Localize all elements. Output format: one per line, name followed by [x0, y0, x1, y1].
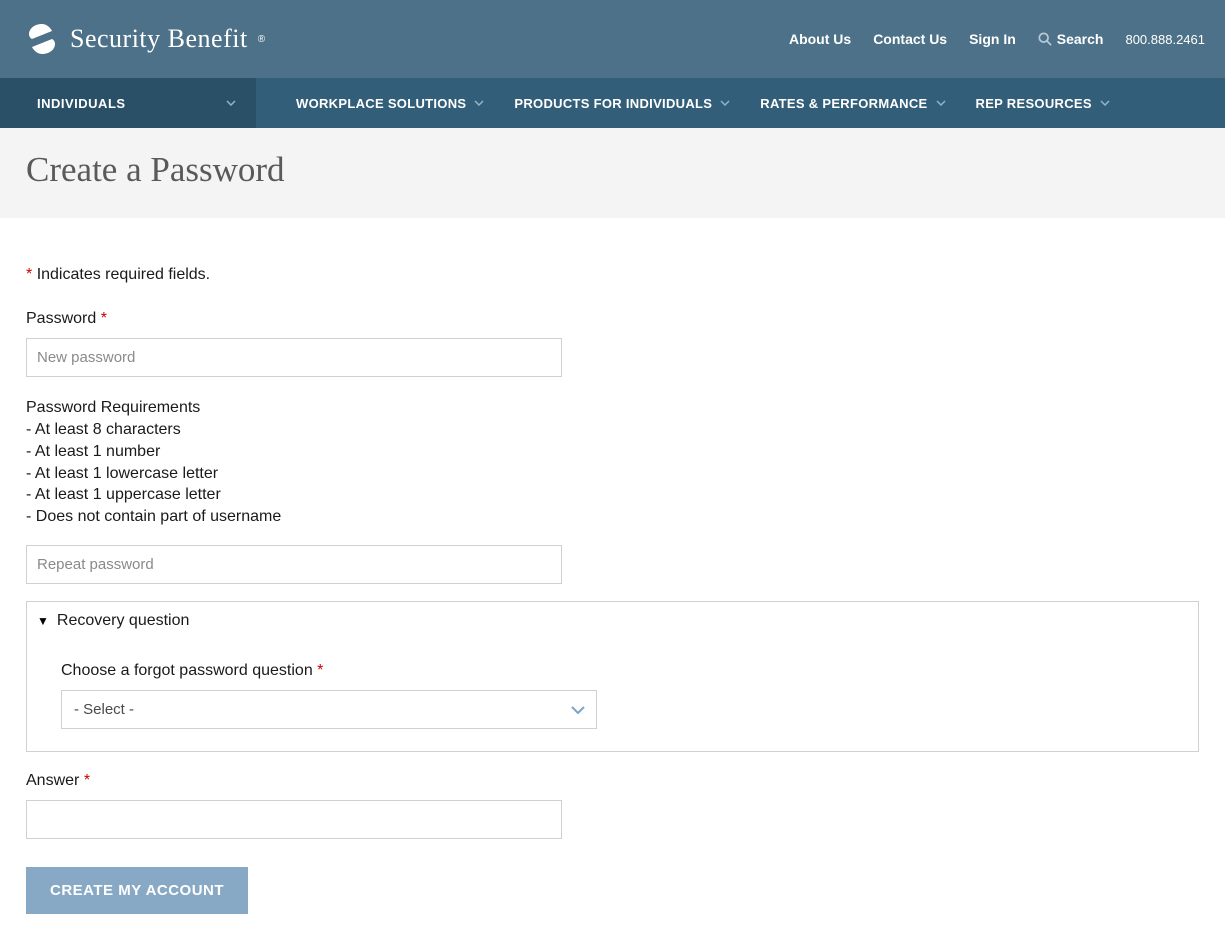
requirement-line: - At least 1 lowercase letter	[26, 463, 1199, 485]
answer-input[interactable]	[26, 800, 562, 839]
question-label-text: Choose a forgot password question	[61, 662, 313, 679]
question-label: Choose a forgot password question *	[61, 662, 1174, 680]
nav-products-individuals[interactable]: PRODUCTS FOR INDIVIDUALS	[514, 96, 730, 111]
registered-mark: ®	[258, 34, 265, 45]
nav-label: RATES & PERFORMANCE	[760, 96, 927, 111]
password-requirements: Password Requirements - At least 8 chara…	[26, 397, 1199, 527]
nav-label: WORKPLACE SOLUTIONS	[296, 96, 466, 111]
search-button[interactable]: Search	[1038, 31, 1104, 47]
about-us-link[interactable]: About Us	[789, 31, 851, 47]
recovery-question-section: ▼ Recovery question Choose a forgot pass…	[26, 601, 1199, 752]
requirement-line: - At least 1 uppercase letter	[26, 484, 1199, 506]
contact-us-link[interactable]: Contact Us	[873, 31, 947, 47]
chevron-down-icon	[226, 100, 236, 106]
nav-workplace-solutions[interactable]: WORKPLACE SOLUTIONS	[296, 96, 484, 111]
search-icon	[1038, 32, 1052, 46]
question-select[interactable]: - Select -	[61, 690, 597, 729]
header-top: Security Benefit ® About Us Contact Us S…	[0, 0, 1225, 78]
answer-label-text: Answer	[26, 772, 79, 789]
search-label: Search	[1057, 31, 1104, 47]
password-label: Password *	[26, 310, 1199, 328]
chevron-down-icon	[936, 100, 946, 106]
requirement-line: - At least 1 number	[26, 441, 1199, 463]
nav-items: WORKPLACE SOLUTIONS PRODUCTS FOR INDIVID…	[256, 78, 1110, 128]
recovery-inner: Choose a forgot password question * - Se…	[37, 662, 1174, 729]
required-note: * Indicates required fields.	[26, 266, 1199, 284]
select-value: - Select -	[74, 701, 134, 718]
brand-logo[interactable]: Security Benefit ®	[24, 21, 265, 57]
recovery-disclosure-toggle[interactable]: ▼ Recovery question	[37, 612, 1174, 630]
chevron-down-icon	[1100, 100, 1110, 106]
nav-label: REP RESOURCES	[976, 96, 1092, 111]
required-note-text: Indicates required fields.	[37, 266, 210, 283]
nav-rates-performance[interactable]: RATES & PERFORMANCE	[760, 96, 945, 111]
requirement-line: - Does not contain part of username	[26, 506, 1199, 528]
form-content: * Indicates required fields. Password * …	[0, 218, 1225, 944]
create-account-button[interactable]: CREATE MY ACCOUNT	[26, 867, 248, 914]
disclosure-triangle-icon: ▼	[37, 614, 49, 628]
brand-name: Security Benefit	[70, 24, 248, 54]
nav-label: PRODUCTS FOR INDIVIDUALS	[514, 96, 712, 111]
password-label-text: Password	[26, 310, 96, 327]
password-input[interactable]	[26, 338, 562, 377]
answer-section: Answer *	[26, 772, 1199, 839]
logo-icon	[24, 21, 60, 57]
nav-rep-resources[interactable]: REP RESOURCES	[976, 96, 1110, 111]
answer-label: Answer *	[26, 772, 1199, 790]
repeat-password-input[interactable]	[26, 545, 562, 584]
page-title-section: Create a Password	[0, 128, 1225, 218]
question-select-wrap: - Select -	[61, 690, 597, 729]
chevron-down-icon	[474, 100, 484, 106]
header-links: About Us Contact Us Sign In Search 800.8…	[789, 31, 1205, 47]
nav-individuals-dropdown[interactable]: INDIVIDUALS	[0, 78, 256, 128]
recovery-title: Recovery question	[57, 612, 190, 630]
chevron-down-icon	[720, 100, 730, 106]
main-nav: INDIVIDUALS WORKPLACE SOLUTIONS PRODUCTS…	[0, 78, 1225, 128]
page-title: Create a Password	[26, 150, 1199, 190]
phone-number: 800.888.2461	[1125, 32, 1205, 47]
requirements-title: Password Requirements	[26, 397, 1199, 419]
sign-in-link[interactable]: Sign In	[969, 31, 1016, 47]
requirement-line: - At least 8 characters	[26, 419, 1199, 441]
nav-individuals-label: INDIVIDUALS	[37, 96, 126, 111]
